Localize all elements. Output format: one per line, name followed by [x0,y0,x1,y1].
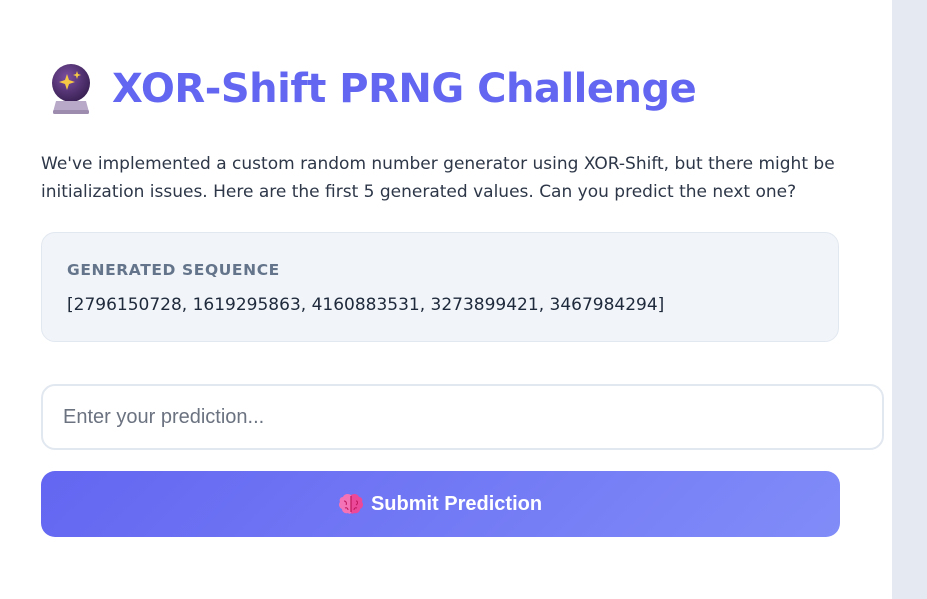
challenge-card: XOR-Shift PRNG Challenge We've implement… [0,0,892,599]
challenge-description: We've implemented a custom random number… [41,154,835,202]
prediction-input[interactable] [41,384,884,450]
header: XOR-Shift PRNG Challenge [48,62,697,116]
crystal-ball-icon [48,62,94,116]
submit-prediction-button[interactable]: Submit Prediction [41,471,840,537]
sequence-values: [2796150728, 1619295863, 4160883531, 327… [67,295,665,315]
sequence-panel: GENERATED SEQUENCE [2796150728, 16192958… [41,232,839,342]
brain-icon [338,493,363,515]
page-title: XOR-Shift PRNG Challenge [112,66,697,112]
sequence-label: GENERATED SEQUENCE [67,261,280,279]
submit-button-label: Submit Prediction [370,492,543,515]
